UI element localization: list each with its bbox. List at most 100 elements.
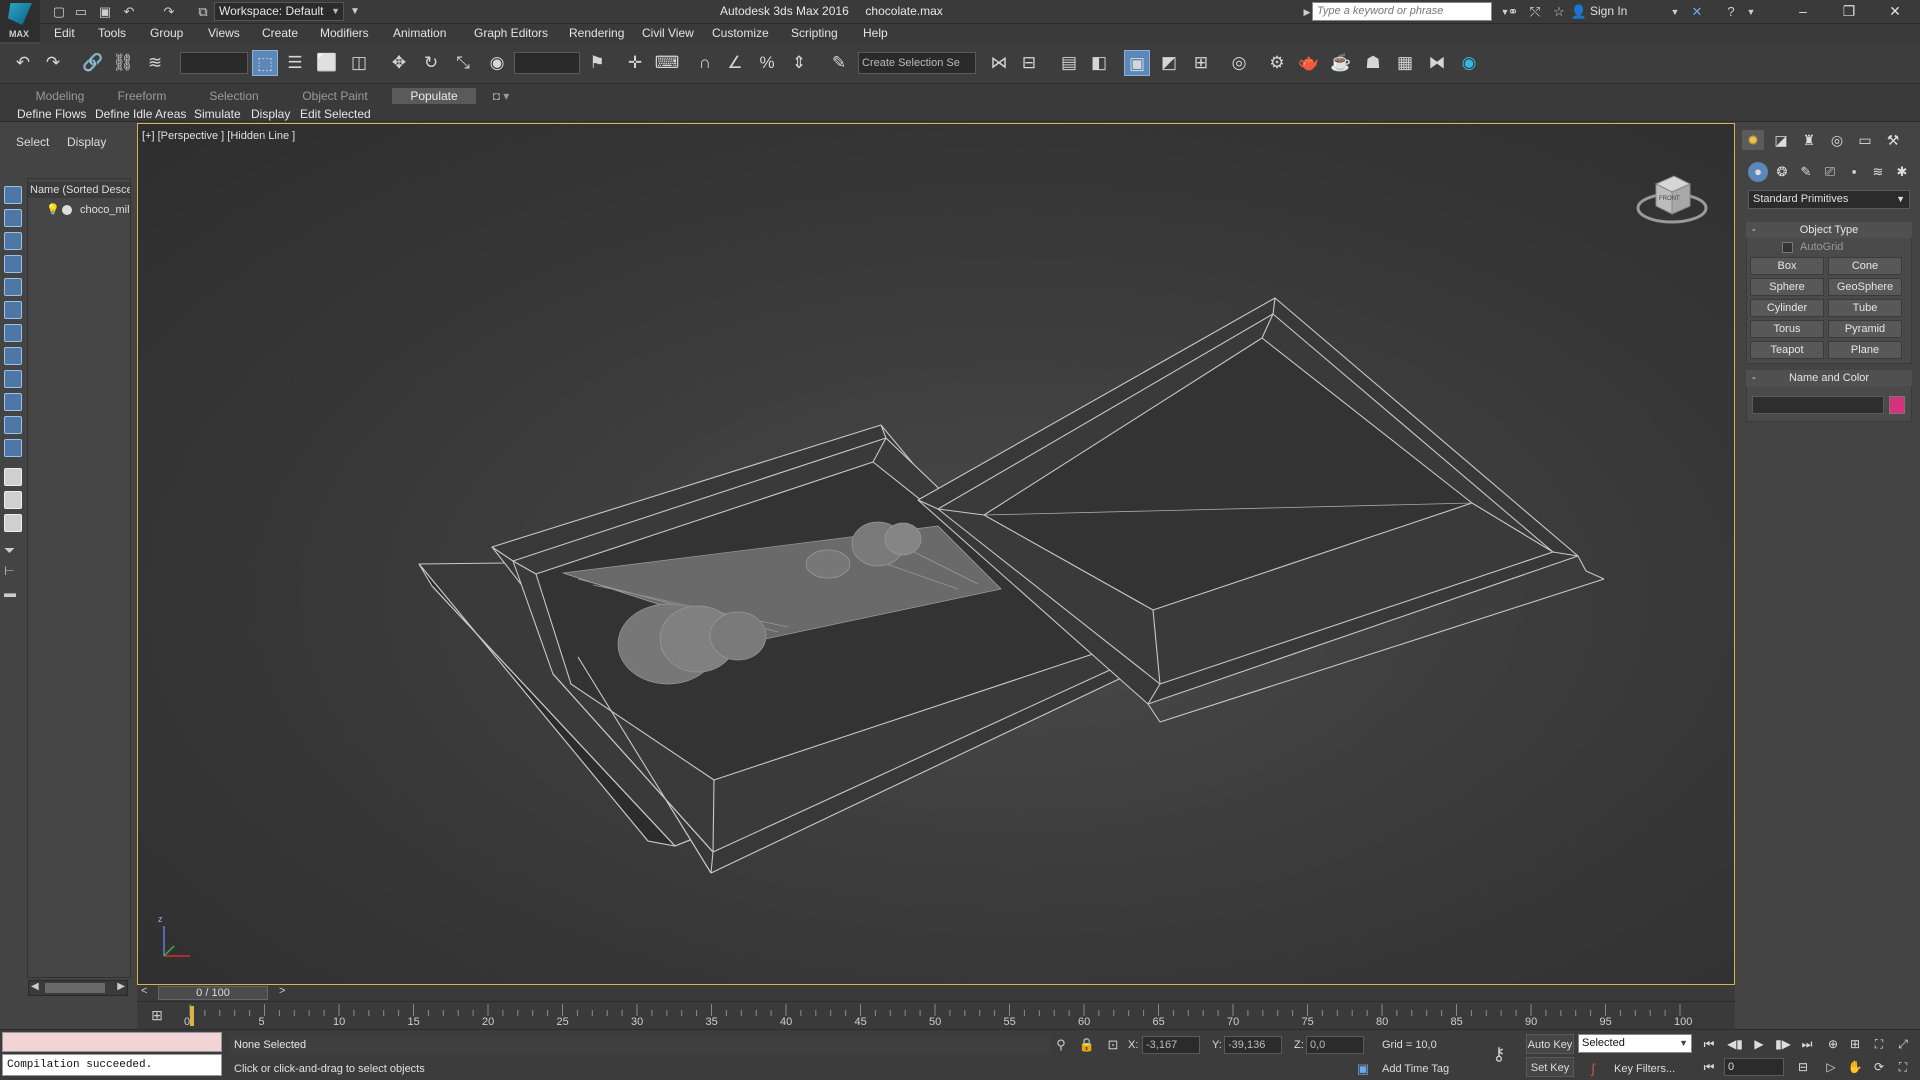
chevron-down-icon[interactable]: ▼: [1742, 3, 1760, 21]
render-frame-window-icon[interactable]: ▦: [1392, 50, 1418, 76]
redo-icon[interactable]: ↷: [40, 50, 66, 76]
bind-space-warp-icon[interactable]: ≋: [142, 50, 168, 76]
systems-category-icon[interactable]: ✱: [1892, 162, 1912, 182]
maxscript-listener-output[interactable]: Compilation succeeded.: [2, 1054, 222, 1076]
scene-explorer-tab-select[interactable]: Select: [16, 135, 49, 149]
select-by-name-icon[interactable]: ☰: [282, 50, 308, 76]
zoom-extents-icon[interactable]: ⛶: [1868, 1034, 1890, 1054]
scene-list-horizontal-scrollbar[interactable]: ◀ ▶: [28, 980, 128, 996]
absolute-relative-transform-icon[interactable]: ⊡: [1104, 1036, 1122, 1054]
z-coord-input[interactable]: 0,0: [1306, 1036, 1364, 1054]
angle-snap-icon[interactable]: ∠: [722, 50, 748, 76]
tab-modeling[interactable]: Modeling: [18, 88, 102, 104]
keyboard-shortcut-icon[interactable]: ⌨: [654, 50, 680, 76]
menu-graph-editors[interactable]: Graph Editors: [474, 26, 548, 40]
sign-in-button[interactable]: Sign In: [1590, 4, 1627, 18]
tube-button[interactable]: Tube: [1828, 299, 1902, 317]
menu-animation[interactable]: Animation: [393, 26, 446, 40]
create-tab-icon[interactable]: ✹: [1742, 130, 1764, 150]
teapot-button[interactable]: Teapot: [1750, 341, 1824, 359]
reference-coordinate-dropdown[interactable]: [514, 52, 580, 74]
pyramid-button[interactable]: Pyramid: [1828, 320, 1902, 338]
help-icon[interactable]: ?: [1722, 3, 1740, 21]
link-icon[interactable]: 🔗: [80, 50, 106, 76]
shapes-category-icon[interactable]: ❂: [1772, 162, 1792, 182]
open-file-icon[interactable]: ▭: [72, 3, 90, 21]
placement-icon[interactable]: ◉: [484, 50, 510, 76]
y-coord-input[interactable]: -39,136: [1224, 1036, 1282, 1054]
plane-button[interactable]: Plane: [1828, 341, 1902, 359]
environment-icon[interactable]: ⧓: [1424, 50, 1450, 76]
hierarchy-tab-icon[interactable]: ♜: [1798, 130, 1820, 150]
ribbon-toggle-icon[interactable]: ▣: [1124, 50, 1150, 76]
display-lights-icon[interactable]: [4, 255, 22, 273]
helpers-category-icon[interactable]: ▪: [1844, 162, 1864, 182]
torus-button[interactable]: Torus: [1750, 320, 1824, 338]
define-idle-areas-button[interactable]: Define Idle Areas: [95, 106, 186, 122]
close-icon[interactable]: ✕: [1872, 0, 1918, 24]
scale-icon[interactable]: ⤡: [450, 50, 476, 76]
autogrid-checkbox[interactable]: [1782, 242, 1793, 253]
schematic-view-icon[interactable]: ⊞: [1188, 50, 1214, 76]
mirror-icon[interactable]: ⋈: [986, 50, 1012, 76]
menu-help[interactable]: Help: [863, 26, 888, 40]
previous-frame-icon[interactable]: ◀▮: [1724, 1034, 1746, 1054]
cone-button[interactable]: Cone: [1828, 257, 1902, 275]
menu-civil-view[interactable]: Civil View: [642, 26, 694, 40]
render-icon[interactable]: ☕: [1328, 50, 1354, 76]
move-icon[interactable]: ✥: [386, 50, 412, 76]
utilities-tab-icon[interactable]: ⚒: [1882, 130, 1904, 150]
cylinder-button[interactable]: Cylinder: [1750, 299, 1824, 317]
rendered-frame-icon[interactable]: 🫖: [1296, 50, 1322, 76]
chevron-down-icon[interactable]: ▼: [346, 3, 364, 21]
select-object-icon[interactable]: ⬚: [252, 50, 278, 76]
window-crossing-icon[interactable]: ◫: [346, 50, 372, 76]
menu-customize[interactable]: Customize: [712, 26, 769, 40]
add-time-tag-button[interactable]: Add Time Tag: [1382, 1063, 1449, 1075]
render-iterative-icon[interactable]: ☗: [1360, 50, 1386, 76]
menu-scripting[interactable]: Scripting: [791, 26, 838, 40]
exchange-icon[interactable]: ✕: [1688, 3, 1706, 21]
chevron-left-icon[interactable]: ◀: [31, 981, 39, 992]
redo-icon[interactable]: ↷: [160, 3, 178, 21]
a360-icon[interactable]: ◉: [1456, 50, 1482, 76]
scene-list-column-header[interactable]: Name (Sorted Desce: [28, 182, 130, 198]
menu-tools[interactable]: Tools: [98, 26, 126, 40]
scrollbar-thumb[interactable]: [45, 983, 105, 993]
user-icon[interactable]: 👤: [1570, 3, 1588, 21]
key-mode-toggle-icon[interactable]: ⏮: [1698, 1057, 1720, 1077]
perspective-viewport[interactable]: z FRONT: [137, 123, 1735, 985]
display-cameras-icon[interactable]: [4, 278, 22, 296]
geometry-category-icon[interactable]: ●: [1748, 162, 1768, 182]
go-to-end-icon[interactable]: ⏭: [1796, 1034, 1818, 1054]
key-tangent-icon[interactable]: ∫: [1584, 1060, 1602, 1078]
maxscript-listener-input[interactable]: [2, 1032, 222, 1052]
time-config-icon[interactable]: ⊟: [1792, 1057, 1814, 1077]
next-frame-icon[interactable]: ▮▶: [1772, 1034, 1794, 1054]
render-setup-icon[interactable]: ⚙: [1264, 50, 1290, 76]
menu-rendering[interactable]: Rendering: [569, 26, 624, 40]
undo-icon[interactable]: ↶: [120, 3, 138, 21]
zoom-icon[interactable]: ⊕: [1822, 1034, 1844, 1054]
display-all-icon[interactable]: [4, 468, 22, 486]
set-key-button[interactable]: Set Key: [1526, 1057, 1574, 1077]
display-button[interactable]: Display: [251, 106, 290, 122]
rotate-icon[interactable]: ↻: [418, 50, 444, 76]
primitive-category-dropdown[interactable]: Standard Primitives ▼: [1748, 190, 1910, 209]
spacewarps-category-icon[interactable]: ≋: [1868, 162, 1888, 182]
tab-selection[interactable]: Selection: [192, 88, 276, 104]
motion-tab-icon[interactable]: ◎: [1826, 130, 1848, 150]
undo-icon[interactable]: ↶: [10, 50, 36, 76]
tab-object-paint[interactable]: Object Paint: [290, 88, 380, 104]
app-menu-button[interactable]: MAX: [0, 0, 40, 42]
restore-icon[interactable]: ❐: [1826, 0, 1872, 24]
x-coord-input[interactable]: -3,167: [1142, 1036, 1200, 1054]
display-helpers-icon[interactable]: [4, 301, 22, 319]
selection-filter-dropdown[interactable]: [180, 52, 248, 74]
tab-freeform[interactable]: Freeform: [102, 88, 182, 104]
viewport-label[interactable]: [+] [Perspective ] [Hidden Line ]: [142, 130, 295, 142]
pan-icon[interactable]: ✋: [1844, 1057, 1866, 1077]
display-geometry-icon[interactable]: [4, 209, 22, 227]
project-folder-icon[interactable]: ⧉: [194, 3, 212, 21]
display-none-icon[interactable]: [4, 186, 22, 204]
